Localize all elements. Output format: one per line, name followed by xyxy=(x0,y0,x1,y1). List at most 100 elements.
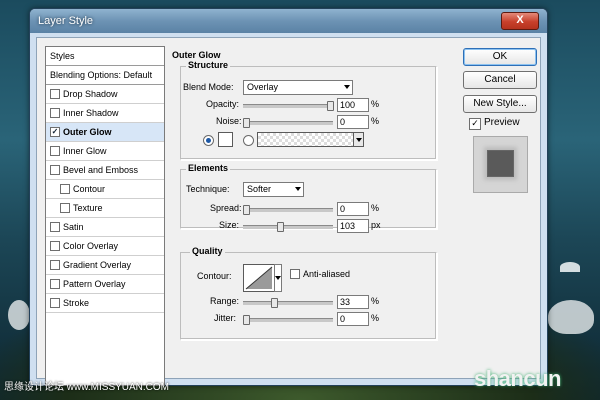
opacity-slider-knob[interactable] xyxy=(327,101,334,111)
size-slider-knob[interactable] xyxy=(277,222,285,232)
styles-header[interactable]: Styles xyxy=(46,47,164,66)
chevron-down-icon xyxy=(295,187,301,191)
cancel-button[interactable]: Cancel xyxy=(463,71,537,89)
style-item-checkbox[interactable] xyxy=(50,146,60,156)
size-slider[interactable] xyxy=(243,222,333,232)
range-slider[interactable] xyxy=(243,298,333,308)
chevron-down-icon xyxy=(275,276,281,280)
anti-aliased-label: Anti-aliased xyxy=(303,269,351,279)
structure-title: Structure xyxy=(186,60,231,70)
background-bird xyxy=(560,262,580,272)
style-item-label: Outer Glow xyxy=(63,127,112,137)
size-label: Size: xyxy=(219,220,240,230)
style-item-bevel-and-emboss[interactable]: Bevel and Emboss xyxy=(46,161,164,180)
style-item-label: Satin xyxy=(63,222,84,232)
glow-color-swatch[interactable] xyxy=(218,132,233,147)
opacity-label: Opacity: xyxy=(206,99,240,109)
background-object-right xyxy=(548,300,594,334)
jitter-slider[interactable] xyxy=(243,315,333,325)
style-item-checkbox[interactable] xyxy=(50,241,60,251)
size-input[interactable]: 103 xyxy=(337,219,369,233)
jitter-unit: % xyxy=(371,313,380,323)
style-item-color-overlay[interactable]: Color Overlay xyxy=(46,237,164,256)
chevron-down-icon xyxy=(353,133,363,146)
watermark-left: 思缘设计论坛 www.MISSYUAN.COM xyxy=(4,382,170,393)
spread-input[interactable]: 0 xyxy=(337,202,369,216)
style-preview-swatch xyxy=(487,150,514,177)
gradient-radio[interactable] xyxy=(243,135,254,146)
style-item-outer-glow[interactable]: ✓ Outer Glow xyxy=(46,123,164,142)
style-item-inner-glow[interactable]: Inner Glow xyxy=(46,142,164,161)
style-item-inner-shadow[interactable]: Inner Shadow xyxy=(46,104,164,123)
elements-title: Elements xyxy=(186,163,231,173)
range-unit: % xyxy=(371,296,380,306)
outer-glow-pane: Outer Glow Structure Blend Mode: Overlay… xyxy=(172,46,442,376)
style-item-contour[interactable]: Contour xyxy=(46,180,164,199)
style-item-drop-shadow[interactable]: Drop Shadow xyxy=(46,85,164,104)
jitter-input[interactable]: 0 xyxy=(337,312,369,326)
anti-aliased-checkbox[interactable] xyxy=(290,269,300,279)
blending-options-label: Blending Options: Default xyxy=(50,70,153,80)
size-unit: px xyxy=(371,220,381,230)
range-slider-knob[interactable] xyxy=(270,298,278,308)
style-item-stroke[interactable]: Stroke xyxy=(46,294,164,313)
style-item-label: Inner Shadow xyxy=(63,108,119,118)
jitter-label: Jitter: xyxy=(214,313,237,323)
blend-mode-label: Blend Mode: xyxy=(183,82,234,92)
spread-label: Spread: xyxy=(210,203,242,213)
style-item-checkbox[interactable] xyxy=(50,279,60,289)
dialog-client: Styles Blending Options: Default Drop Sh… xyxy=(36,37,541,386)
style-item-label: Color Overlay xyxy=(63,241,119,251)
style-item-gradient-overlay[interactable]: Gradient Overlay xyxy=(46,256,164,275)
close-button[interactable]: X xyxy=(501,12,539,30)
watermark-right: shancun xyxy=(474,366,561,391)
style-item-label: Inner Glow xyxy=(63,146,107,156)
pane-title: Outer Glow xyxy=(172,50,221,60)
style-item-checkbox[interactable] xyxy=(50,260,60,270)
range-label: Range: xyxy=(210,296,240,306)
style-item-checkbox[interactable] xyxy=(50,222,60,232)
blend-mode-value: Overlay xyxy=(247,82,279,92)
title-bar[interactable]: Layer Style X xyxy=(30,9,547,33)
contour-picker[interactable] xyxy=(243,264,275,292)
spread-slider[interactable] xyxy=(243,205,333,215)
solid-color-radio[interactable] xyxy=(203,135,214,146)
style-item-checkbox[interactable] xyxy=(50,165,60,175)
style-item-label: Gradient Overlay xyxy=(63,260,132,270)
technique-value: Softer xyxy=(247,184,272,194)
jitter-slider-knob[interactable] xyxy=(243,315,250,325)
noise-unit: % xyxy=(371,116,380,126)
style-item-checkbox[interactable] xyxy=(60,184,70,194)
style-item-checkbox[interactable] xyxy=(50,108,60,118)
styles-header-label: Styles xyxy=(50,51,75,61)
preview-checkbox[interactable]: ✓ xyxy=(469,118,481,130)
range-input[interactable]: 33 xyxy=(337,295,369,309)
style-item-checkbox[interactable] xyxy=(60,203,70,213)
style-item-checkbox[interactable]: ✓ xyxy=(50,127,60,137)
layer-style-dialog: Layer Style X Styles Blending Options: D… xyxy=(29,8,548,386)
blending-options-item[interactable]: Blending Options: Default xyxy=(46,66,164,85)
ok-button[interactable]: OK xyxy=(463,48,537,66)
gradient-picker[interactable] xyxy=(257,132,364,147)
style-item-label: Drop Shadow xyxy=(63,89,118,99)
style-item-pattern-overlay[interactable]: Pattern Overlay xyxy=(46,275,164,294)
noise-slider[interactable] xyxy=(243,118,333,128)
contour-label: Contour: xyxy=(197,271,232,281)
style-item-satin[interactable]: Satin xyxy=(46,218,164,237)
technique-select[interactable]: Softer xyxy=(243,182,304,197)
style-item-checkbox[interactable] xyxy=(50,298,60,308)
noise-input[interactable]: 0 xyxy=(337,115,369,129)
style-item-label: Stroke xyxy=(63,298,90,308)
noise-slider-knob[interactable] xyxy=(243,118,250,128)
opacity-input[interactable]: 100 xyxy=(337,98,369,112)
style-item-label: Bevel and Emboss xyxy=(63,165,139,175)
style-item-texture[interactable]: Texture xyxy=(46,199,164,218)
style-item-checkbox[interactable] xyxy=(50,89,60,99)
contour-dropdown[interactable] xyxy=(274,264,282,292)
spread-slider-knob[interactable] xyxy=(243,205,250,215)
blend-mode-select[interactable]: Overlay xyxy=(243,80,353,95)
background-object-left xyxy=(8,300,30,330)
window-title: Layer Style xyxy=(38,15,94,27)
opacity-slider[interactable] xyxy=(243,101,334,111)
new-style-button[interactable]: New Style... xyxy=(463,95,537,113)
